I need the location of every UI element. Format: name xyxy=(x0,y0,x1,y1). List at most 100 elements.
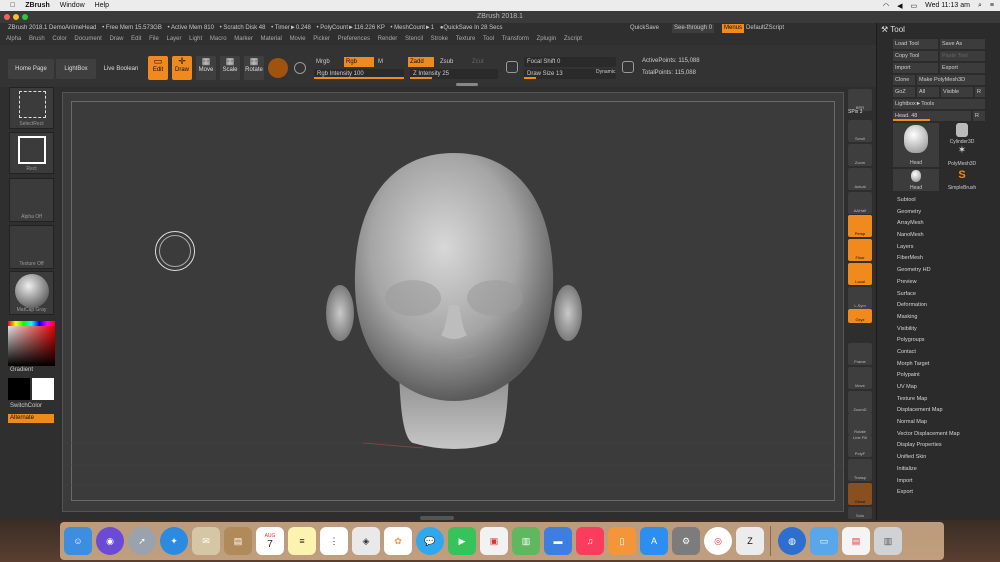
alternate-button[interactable]: Alternate xyxy=(8,414,54,423)
tool-thumb-head[interactable]: Head xyxy=(893,123,939,167)
secondary-color-swatch[interactable] xyxy=(32,378,54,400)
menu-item[interactable]: Alpha xyxy=(6,36,21,42)
launchpad-icon[interactable]: ➚ xyxy=(128,527,156,555)
menu-item[interactable]: Document xyxy=(74,36,101,42)
battery-icon[interactable]: ▭ xyxy=(910,2,917,10)
live-boolean-button[interactable]: Live Boolean xyxy=(98,59,144,79)
maps-icon[interactable]: ◈ xyxy=(352,527,380,555)
copy-tool-button[interactable]: Copy Tool xyxy=(893,51,938,61)
section-morph-target[interactable]: Morph Target xyxy=(897,359,960,371)
menu-item[interactable]: Zscript xyxy=(564,36,582,42)
all-button[interactable]: All xyxy=(917,87,939,97)
move-view-button[interactable]: Move xyxy=(848,367,872,389)
close-window-button[interactable] xyxy=(4,14,10,20)
clock[interactable]: Wed 11:13 am xyxy=(925,2,970,9)
frame-button[interactable]: Frame xyxy=(848,343,872,365)
calendar-icon[interactable]: AUG 7 xyxy=(256,527,284,555)
see-through-slider[interactable]: See-through 0 xyxy=(672,24,714,33)
apple-icon[interactable]:  xyxy=(10,2,15,9)
menu-item[interactable]: Material xyxy=(261,36,282,42)
globe-icon[interactable]: ◍ xyxy=(778,527,806,555)
zoom-window-button[interactable] xyxy=(22,14,28,20)
move-mode-button[interactable]: ▦ Move xyxy=(196,56,216,80)
actual-button[interactable]: Actual xyxy=(848,168,872,190)
rect-stroke-button[interactable]: Rect xyxy=(9,132,54,174)
menu-item[interactable]: Edit xyxy=(131,36,141,42)
gxyz-button[interactable]: Gxyz xyxy=(848,309,872,323)
scroll-button[interactable]: Scroll xyxy=(848,120,872,142)
section-unified-skin[interactable]: Unified Skin xyxy=(897,452,960,464)
visible-button[interactable]: Visible xyxy=(941,87,973,97)
messages-icon[interactable]: 💬 xyxy=(416,527,444,555)
section-preview[interactable]: Preview xyxy=(897,277,960,289)
transp-button[interactable]: Transp xyxy=(848,459,872,481)
reminders-icon[interactable]: ⋮ xyxy=(320,527,348,555)
section-import[interactable]: Import xyxy=(897,476,960,488)
color-picker[interactable] xyxy=(8,321,55,366)
section-visibility[interactable]: Visibility xyxy=(897,324,960,336)
section-contact[interactable]: Contact xyxy=(897,347,960,359)
rgb-intensity-slider[interactable]: Rgb Intensity 100 xyxy=(314,69,404,79)
menu-item[interactable]: Light xyxy=(189,36,202,42)
menu-item[interactable]: Stroke xyxy=(431,36,448,42)
safari-icon[interactable]: ✦ xyxy=(160,527,188,555)
section-texture-map[interactable]: Texture Map xyxy=(897,394,960,406)
mrgb-button[interactable]: Mrgb xyxy=(316,59,330,65)
menu-list-icon[interactable]: ≡ xyxy=(990,2,994,9)
menu-item[interactable]: Zplugin xyxy=(537,36,557,42)
head-model[interactable] xyxy=(63,93,845,513)
save-as-button[interactable]: Save As xyxy=(940,39,985,49)
material-sphere-icon[interactable] xyxy=(268,58,288,78)
bpr-button[interactable]: BPR xyxy=(848,89,872,111)
section-polypaint[interactable]: Polypaint xyxy=(897,370,960,382)
document-stack-icon[interactable]: ▤ xyxy=(842,527,870,555)
menu-item[interactable]: Tool xyxy=(483,36,494,42)
rgb-button[interactable]: Rgb xyxy=(344,57,374,67)
canvas-viewport[interactable] xyxy=(62,92,845,513)
hue-strip[interactable] xyxy=(8,321,55,326)
numbers-icon[interactable]: ▥ xyxy=(512,527,540,555)
section-export[interactable]: Export xyxy=(897,487,960,499)
downloads-folder-icon[interactable]: ▭ xyxy=(810,527,838,555)
zsub-button[interactable]: Zsub xyxy=(440,59,453,65)
wifi-icon[interactable]: ◠ xyxy=(883,2,889,10)
menu-item[interactable]: Brush xyxy=(29,36,45,42)
menu-item[interactable]: Texture xyxy=(456,36,476,42)
section-normal-map[interactable]: Normal Map xyxy=(897,417,960,429)
menu-item[interactable]: Stencil xyxy=(405,36,423,42)
material-button[interactable]: MatCap Gray xyxy=(9,271,54,315)
section-displacement-map[interactable]: Displacement Map xyxy=(897,405,960,417)
section-uv-map[interactable]: UV Map xyxy=(897,382,960,394)
focal-icon[interactable] xyxy=(506,61,518,73)
r-button[interactable]: R xyxy=(975,87,985,97)
tool-palette-title[interactable]: ⚒ Tool xyxy=(881,25,905,34)
photo-booth-icon[interactable]: ▣ xyxy=(480,527,508,555)
export-button[interactable]: Export xyxy=(940,63,985,73)
switch-color-button[interactable]: SwitchColor xyxy=(10,403,42,409)
menu-window[interactable]: Window xyxy=(60,2,85,9)
select-rect-button[interactable]: SelectRect xyxy=(9,87,54,129)
current-tool-slider[interactable]: Head. 48 xyxy=(893,111,971,121)
section-polygroups[interactable]: Polygroups xyxy=(897,335,960,347)
section-fibermesh[interactable]: FiberMesh xyxy=(897,253,960,265)
menu-item[interactable]: Transform xyxy=(502,36,529,42)
ibooks-icon[interactable]: ▯ xyxy=(608,527,636,555)
menu-help[interactable]: Help xyxy=(95,2,109,9)
facetime-icon[interactable]: ▶ xyxy=(448,527,476,555)
spix-slider[interactable]: SPix 3 xyxy=(848,109,862,115)
zbrush-dock-icon[interactable]: Z xyxy=(736,527,764,555)
siri-icon[interactable]: ◉ xyxy=(96,527,124,555)
aahalf-button[interactable]: AAHalf xyxy=(848,192,872,214)
load-tool-button[interactable]: Load Tool xyxy=(893,39,938,49)
keynote-icon[interactable]: ▬ xyxy=(544,527,572,555)
menu-item[interactable]: Draw xyxy=(109,36,123,42)
ghost-button[interactable]: Ghost xyxy=(848,483,872,505)
section-arraymesh[interactable]: ArrayMesh xyxy=(897,218,960,230)
menu-item[interactable]: Picker xyxy=(313,36,330,42)
make-polymesh-button[interactable]: Make PolyMesh3D xyxy=(917,75,985,85)
section-vector-displacement-map[interactable]: Vector Displacement Map xyxy=(897,429,960,441)
section-subtool[interactable]: Subtool xyxy=(897,195,960,207)
notes-icon[interactable]: ≡ xyxy=(288,527,316,555)
floor-button[interactable]: Floor xyxy=(848,239,872,261)
zoomd-button[interactable]: ZoomD xyxy=(848,391,872,413)
